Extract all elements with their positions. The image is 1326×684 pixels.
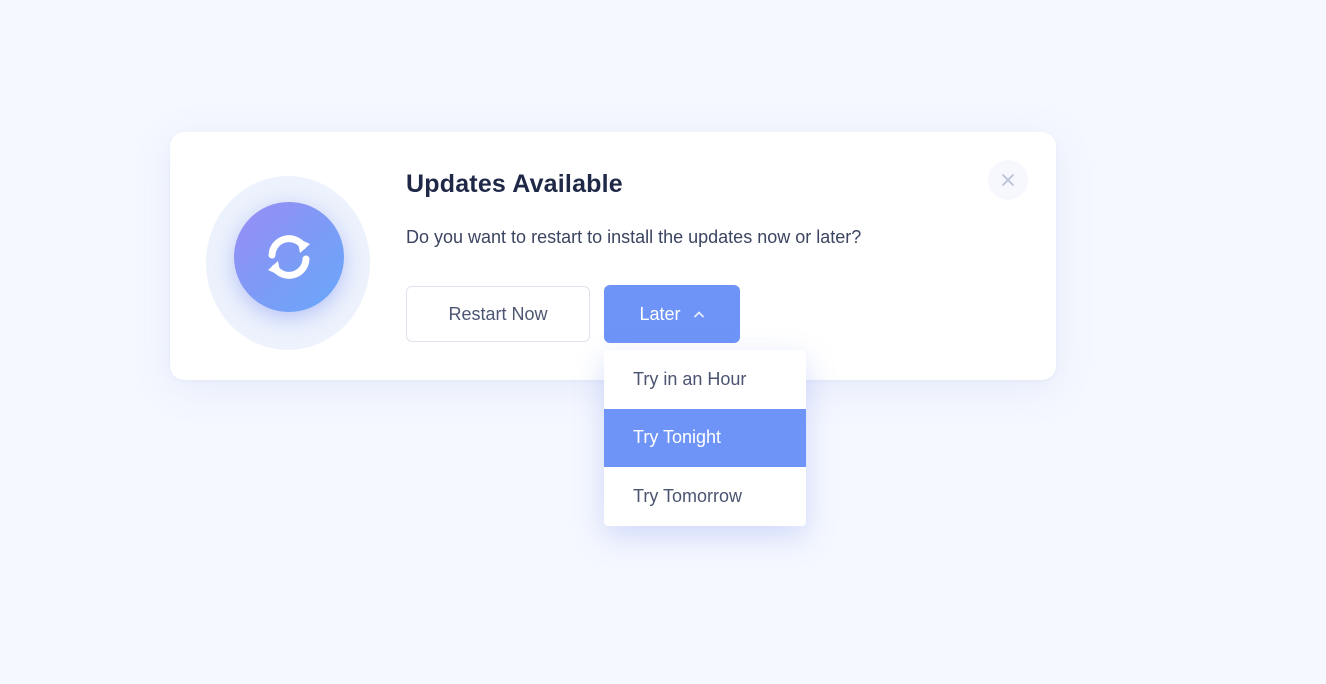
refresh-icon	[268, 235, 310, 279]
chevron-up-icon	[693, 311, 704, 318]
later-dropdown-menu: Try in an Hour Try Tonight Try Tomorrow	[604, 350, 806, 526]
close-icon	[1002, 174, 1014, 186]
dialog-title: Updates Available	[406, 170, 623, 198]
later-label: Later	[639, 303, 681, 324]
later-dropdown-button[interactable]: Later	[604, 285, 740, 343]
update-dialog: Updates Available Do you want to restart…	[170, 132, 1056, 380]
dropdown-item-label: Try Tonight	[633, 427, 722, 448]
restart-now-button[interactable]: Restart Now	[406, 286, 590, 342]
dialog-message: Do you want to restart to install the up…	[406, 227, 862, 247]
dropdown-item-try-tomorrow[interactable]: Try Tomorrow	[604, 467, 806, 526]
dropdown-item-try-in-an-hour[interactable]: Try in an Hour	[604, 350, 806, 409]
dropdown-item-label: Try Tomorrow	[633, 485, 743, 506]
close-button[interactable]	[988, 160, 1028, 200]
restart-now-label: Restart Now	[448, 303, 548, 324]
screen-background: Updates Available Do you want to restart…	[0, 0, 1326, 684]
refresh-icon-badge	[234, 202, 344, 312]
dropdown-item-try-tonight[interactable]: Try Tonight	[604, 408, 806, 468]
dropdown-item-label: Try in an Hour	[633, 368, 747, 389]
